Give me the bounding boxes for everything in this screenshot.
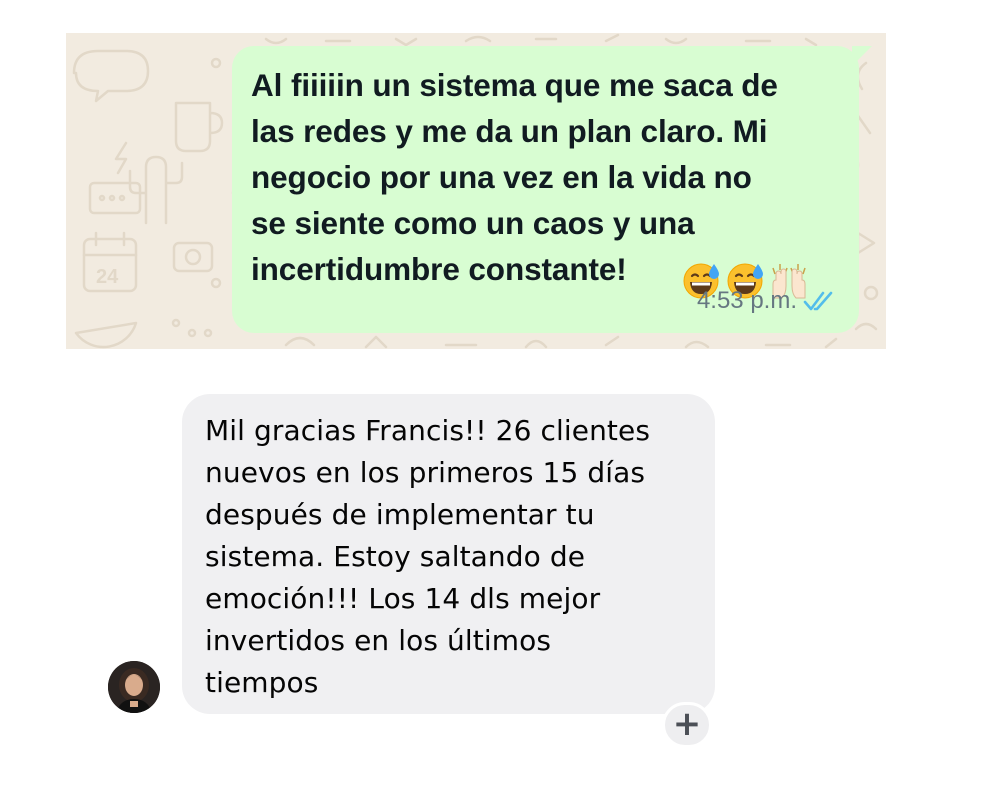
incoming-message-text: Mil gracias Francis!! 26 clientes nuevos…	[205, 414, 651, 699]
outgoing-message-bubble[interactable]: Al fiiiiin un sistema que me saca de las…	[232, 46, 872, 333]
svg-text:24: 24	[96, 266, 119, 288]
incoming-message-bubble[interactable]: Mil gracias Francis!! 26 clientes nuevos…	[182, 394, 715, 714]
add-reaction-button[interactable]: +	[662, 702, 712, 748]
avatar-photo	[108, 661, 160, 713]
message-time: 4:53 p.m.	[696, 287, 797, 314]
message-meta: 4:53 p.m.	[697, 287, 837, 315]
plus-icon: +	[672, 703, 702, 744]
sender-avatar[interactable]	[108, 661, 160, 713]
double-check-read-icon	[803, 291, 833, 311]
whatsapp-chat-panel: 24 Al fiiiiin un sistema que me saca de …	[66, 33, 886, 349]
